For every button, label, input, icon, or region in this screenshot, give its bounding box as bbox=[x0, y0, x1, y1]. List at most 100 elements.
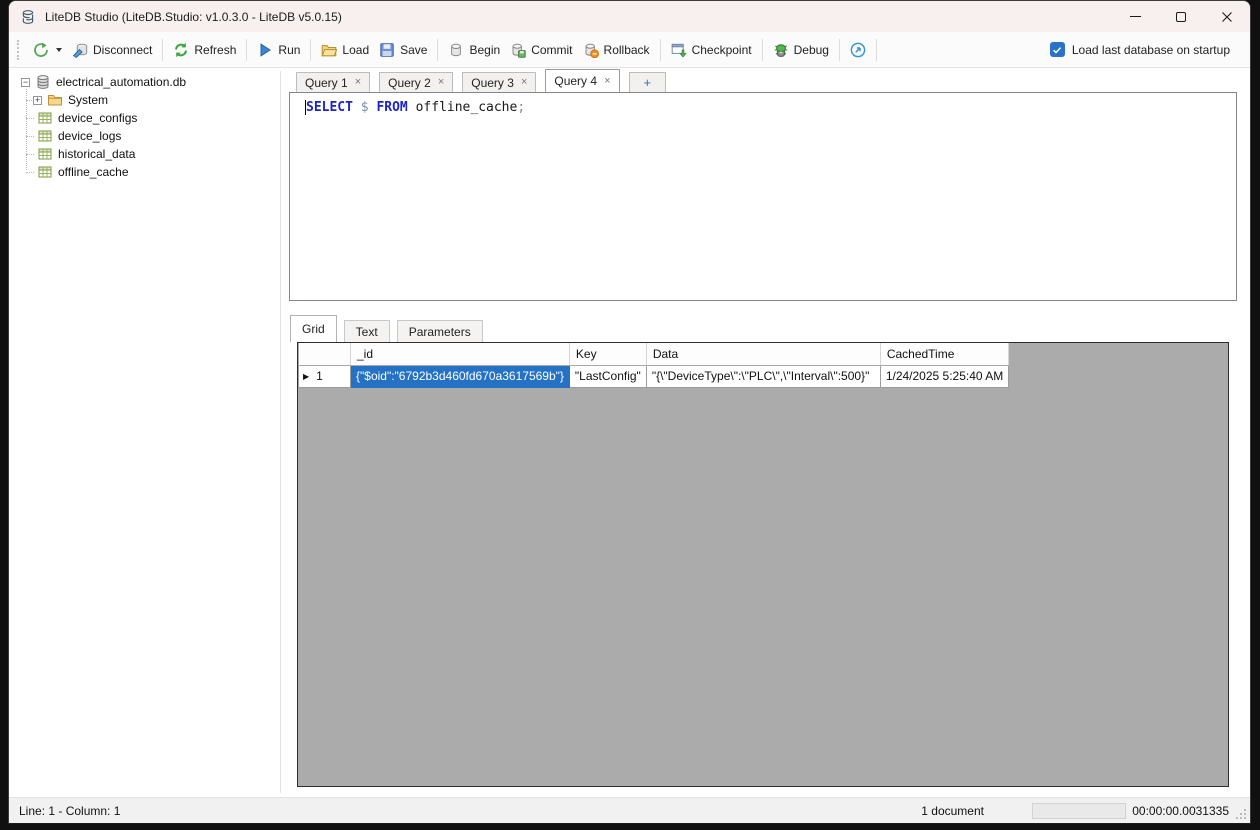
tree-node-device-logs[interactable]: device_logs bbox=[35, 127, 280, 145]
tree-node-label: historical_data bbox=[58, 147, 135, 161]
cell-key[interactable]: "LastConfig" bbox=[569, 365, 646, 387]
toolbar-separator bbox=[162, 39, 163, 61]
table-icon bbox=[37, 146, 53, 162]
external-link-icon bbox=[850, 42, 866, 58]
document-count-status: 1 document bbox=[921, 804, 984, 818]
cell-cachedtime[interactable]: 1/24/2025 5:25:40 AM bbox=[880, 365, 1008, 387]
begin-transaction-icon bbox=[448, 42, 464, 58]
tree-node-label: offline_cache bbox=[58, 165, 129, 179]
table-row: ▶ 1 {"$oid":"6792b3d460fd670a3617569b"} … bbox=[299, 365, 1009, 387]
database-tree: − electrical_automation.db + bbox=[11, 71, 281, 793]
table-icon bbox=[37, 164, 53, 180]
close-tab-icon[interactable]: × bbox=[604, 76, 610, 87]
tab-label: Query 3 bbox=[471, 76, 514, 90]
table-icon bbox=[37, 110, 53, 126]
toolbar-separator bbox=[246, 39, 247, 61]
tree-node-label: device_configs bbox=[58, 111, 137, 125]
tree-node-database[interactable]: − electrical_automation.db bbox=[11, 73, 280, 91]
add-query-tab-button[interactable]: + bbox=[629, 72, 667, 92]
refresh-label: Refresh bbox=[194, 43, 236, 57]
sql-editor[interactable]: SELECT $ FROM offline_cache; bbox=[289, 92, 1237, 301]
column-header-key[interactable]: Key bbox=[569, 343, 646, 365]
tab-text[interactable]: Text bbox=[344, 320, 390, 342]
tab-grid[interactable]: Grid bbox=[290, 315, 337, 342]
row-number: 1 bbox=[316, 369, 323, 383]
load-button[interactable]: Load bbox=[316, 39, 374, 61]
expand-icon[interactable]: + bbox=[33, 96, 42, 105]
startup-checkbox[interactable] bbox=[1050, 42, 1065, 57]
window-controls bbox=[1112, 1, 1250, 32]
disconnect-button[interactable]: Disconnect bbox=[67, 39, 157, 61]
result-tab-strip: Grid Text Parameters bbox=[290, 314, 490, 342]
disconnect-icon bbox=[72, 42, 88, 58]
close-tab-icon[interactable]: × bbox=[438, 77, 444, 88]
commit-icon bbox=[510, 42, 526, 58]
sql-identifier: offline_cache bbox=[416, 100, 518, 115]
tree-node-offline-cache[interactable]: offline_cache bbox=[35, 163, 280, 181]
debug-label: Debug bbox=[794, 43, 829, 57]
grid-header-row: _id Key Data CachedTime bbox=[299, 343, 1009, 365]
startup-checkbox-label: Load last database on startup bbox=[1072, 43, 1230, 57]
commit-button[interactable]: Commit bbox=[505, 39, 577, 61]
startup-option: Load last database on startup bbox=[1050, 42, 1240, 57]
sql-keyword: FROM bbox=[376, 100, 415, 115]
toolbar-separator bbox=[876, 39, 877, 61]
disconnect-label: Disconnect bbox=[93, 43, 152, 57]
tree-node-system[interactable]: + System bbox=[35, 91, 280, 109]
tab-query-3[interactable]: Query 3 × bbox=[462, 72, 536, 92]
app-window: LiteDB Studio (LiteDB.Studio: v1.0.3.0 -… bbox=[8, 0, 1251, 824]
commit-label: Commit bbox=[531, 43, 572, 57]
toolbar-separator bbox=[762, 39, 763, 61]
rollback-button[interactable]: Rollback bbox=[578, 39, 655, 61]
query-tab-strip: Query 1 × Query 2 × Query 3 × Query 4 × bbox=[289, 69, 675, 92]
toolbar-grip[interactable] bbox=[17, 40, 19, 60]
save-label: Save bbox=[400, 43, 427, 57]
cell-id[interactable]: {"$oid":"6792b3d460fd670a3617569b"} bbox=[351, 365, 570, 387]
tree-node-label: electrical_automation.db bbox=[56, 75, 186, 89]
checkpoint-button[interactable]: Checkpoint bbox=[666, 39, 757, 61]
run-button[interactable]: Run bbox=[252, 39, 305, 61]
begin-button[interactable]: Begin bbox=[443, 39, 505, 61]
close-icon bbox=[1221, 11, 1233, 23]
open-external-button[interactable] bbox=[845, 39, 871, 61]
sql-code-line: SELECT $ FROM offline_cache; bbox=[290, 93, 1236, 115]
tab-label: Query 1 bbox=[305, 76, 348, 90]
desktop-background: LiteDB Studio (LiteDB.Studio: v1.0.3.0 -… bbox=[0, 0, 1260, 830]
cursor-position-status: Line: 1 - Column: 1 bbox=[19, 804, 120, 818]
title-bar: LiteDB Studio (LiteDB.Studio: v1.0.3.0 -… bbox=[9, 1, 1250, 32]
refresh-icon bbox=[173, 42, 189, 58]
collapse-icon[interactable]: − bbox=[21, 78, 30, 87]
tab-query-2[interactable]: Query 2 × bbox=[379, 72, 453, 92]
tab-query-4[interactable]: Query 4 × bbox=[545, 69, 619, 92]
tree-node-label: System bbox=[68, 93, 108, 107]
minimize-button[interactable] bbox=[1112, 1, 1158, 32]
tree-node-historical-data[interactable]: historical_data bbox=[35, 145, 280, 163]
progress-bar bbox=[1032, 803, 1126, 819]
cell-data[interactable]: "{\"DeviceType\":\"PLC\",\"Interval\":50… bbox=[646, 365, 880, 387]
grid-corner-header[interactable] bbox=[299, 343, 351, 365]
sql-punctuation: ; bbox=[517, 100, 525, 115]
close-tab-icon[interactable]: × bbox=[355, 77, 361, 88]
row-header[interactable]: ▶ 1 bbox=[299, 365, 351, 387]
rollback-icon bbox=[583, 42, 599, 58]
maximize-button[interactable] bbox=[1158, 1, 1204, 32]
query-panel: Query 1 × Query 2 × Query 3 × Query 4 × bbox=[289, 69, 1238, 797]
main-toolbar: Disconnect Refresh Run bbox=[9, 32, 1250, 68]
connect-dropdown-button[interactable] bbox=[28, 39, 67, 61]
debug-button[interactable]: Debug bbox=[768, 39, 834, 61]
resize-grip[interactable] bbox=[1235, 808, 1247, 820]
column-header-data[interactable]: Data bbox=[646, 343, 880, 365]
load-icon bbox=[321, 42, 337, 58]
close-button[interactable] bbox=[1204, 1, 1250, 32]
tab-parameters[interactable]: Parameters bbox=[397, 320, 483, 342]
tab-query-1[interactable]: Query 1 × bbox=[296, 72, 370, 92]
tree-node-device-configs[interactable]: device_configs bbox=[35, 109, 280, 127]
column-header-cachedtime[interactable]: CachedTime bbox=[880, 343, 1008, 365]
close-tab-icon[interactable]: × bbox=[521, 77, 527, 88]
checkmark-icon bbox=[1052, 45, 1062, 55]
window-title: LiteDB Studio (LiteDB.Studio: v1.0.3.0 -… bbox=[45, 10, 342, 24]
save-button[interactable]: Save bbox=[374, 39, 432, 61]
tab-label: Parameters bbox=[409, 325, 471, 339]
column-header-id[interactable]: _id bbox=[351, 343, 570, 365]
refresh-button[interactable]: Refresh bbox=[168, 39, 241, 61]
